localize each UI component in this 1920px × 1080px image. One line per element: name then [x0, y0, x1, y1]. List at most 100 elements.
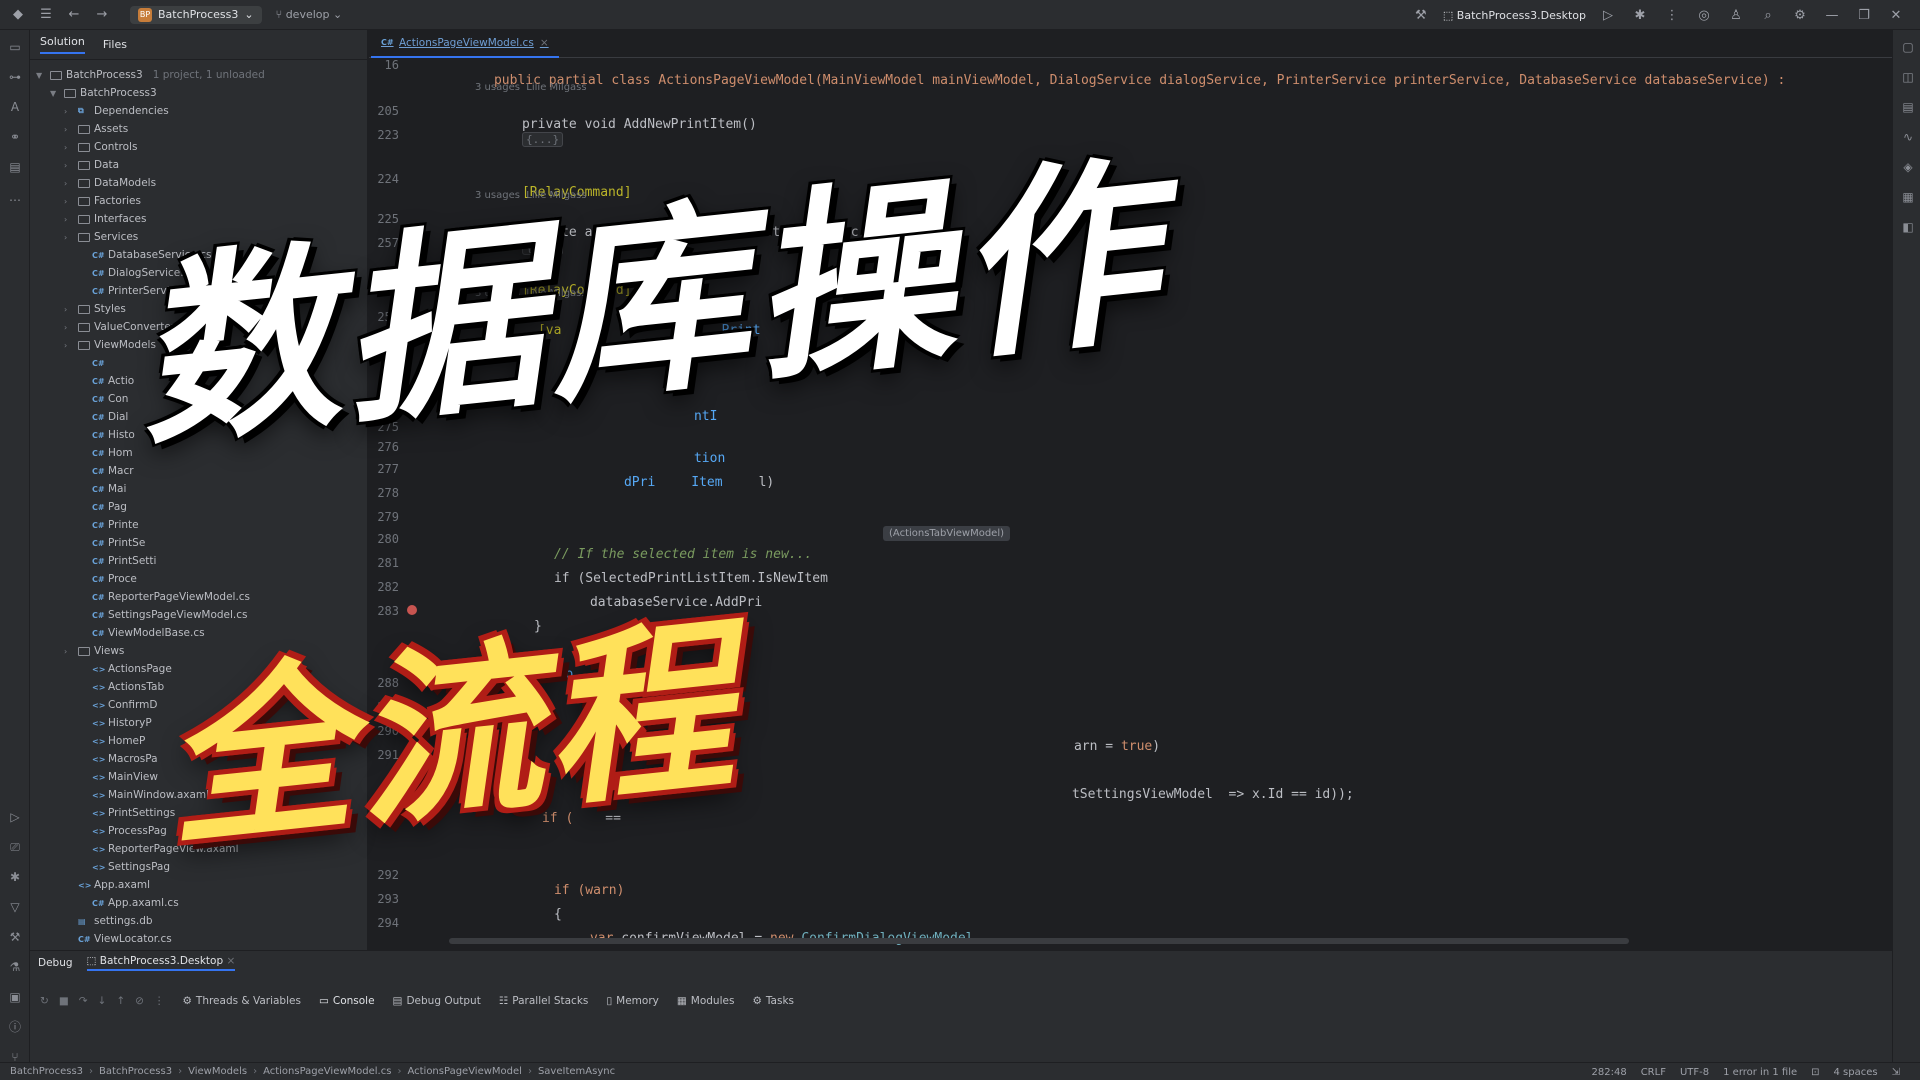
database-side-icon[interactable]: ▤	[1899, 98, 1917, 116]
indent-setting[interactable]: 4 spaces	[1834, 1067, 1878, 1078]
tree-item[interactable]: › Styles	[64, 300, 126, 318]
chevron-right-icon[interactable]: ›	[64, 107, 74, 116]
tree-item[interactable]: › Data	[64, 156, 119, 174]
tree-item[interactable]: <> ConfirmD	[78, 696, 157, 714]
line-number[interactable]: 279	[377, 510, 399, 524]
tab-parallel-stacks[interactable]: ☷ Parallel Stacks	[499, 995, 589, 1007]
tree-item[interactable]: › ViewModels	[64, 336, 156, 354]
tree-item[interactable]: › Views	[64, 642, 124, 660]
chevron-right-icon[interactable]: ›	[64, 143, 74, 152]
tab-debug-output[interactable]: ▤ Debug Output	[393, 995, 481, 1007]
step-into-icon[interactable]: ↓	[98, 995, 107, 1007]
build-icon[interactable]: ⚒	[1411, 8, 1431, 23]
chevron-right-icon[interactable]: ›	[64, 647, 74, 656]
line-number[interactable]: 277	[377, 462, 399, 476]
inlay-hint-tooltip[interactable]: (ActionsTabViewModel)	[883, 526, 1011, 541]
step-out-icon[interactable]: ↑	[116, 995, 125, 1007]
tree-item[interactable]: › ValueConverters	[64, 318, 181, 336]
line-number[interactable]: 293	[377, 892, 399, 906]
branch-selector[interactable]: ⑂ develop ⌄	[276, 8, 343, 21]
chevron-right-icon[interactable]: ›	[64, 323, 74, 332]
breadcrumb-item[interactable]: ViewModels	[188, 1066, 247, 1077]
line-number[interactable]: 258	[377, 270, 399, 284]
tree-item[interactable]: <> SettingsPag	[78, 858, 170, 876]
structure-icon[interactable]: A	[6, 98, 24, 116]
line-number[interactable]: 270	[377, 334, 399, 348]
tree-item[interactable]: C# Macr	[78, 462, 134, 480]
tree-item[interactable]: C#	[78, 354, 108, 372]
encoding[interactable]: UTF-8	[1680, 1067, 1709, 1078]
line-number[interactable]: 289	[377, 700, 399, 714]
chevron-right-icon[interactable]: ›	[64, 197, 74, 206]
line-number[interactable]: 275	[377, 420, 399, 434]
tree-item[interactable]: <> MacrosPa	[78, 750, 158, 768]
line-number[interactable]: 259	[377, 310, 399, 324]
chevron-right-icon[interactable]: ›	[64, 233, 74, 242]
chevron-right-icon[interactable]: ›	[64, 125, 74, 134]
breadcrumb-item[interactable]: BatchProcess3	[10, 1066, 83, 1077]
project-selector[interactable]: BP BatchProcess3 ⌄	[130, 5, 262, 24]
line-number[interactable]: 274	[377, 398, 399, 412]
more-tools-icon[interactable]: …	[6, 188, 24, 206]
services-icon[interactable]: ▷	[6, 808, 24, 826]
breadcrumb-item[interactable]: SaveItemAsync	[538, 1066, 615, 1077]
tree-item[interactable]: › ⧉ Dependencies	[64, 102, 169, 120]
usage-hint[interactable]: 3 usages Lilie Milgass	[475, 190, 587, 201]
tree-item[interactable]: <> ReporterPageView.axaml	[78, 840, 239, 858]
notifications-icon[interactable]: ▢	[1899, 38, 1917, 56]
code-area[interactable]: public partial class ActionsPageViewMode…	[447, 58, 1887, 950]
tree-item[interactable]: › Services	[64, 228, 138, 246]
tree-item[interactable]: › Factories	[64, 192, 141, 210]
build-tool-icon[interactable]: ⚒	[6, 928, 24, 946]
error-count[interactable]: 1 error in 1 file	[1723, 1067, 1797, 1078]
line-number[interactable]: 294	[377, 916, 399, 930]
tree-item[interactable]: C# Histo	[78, 426, 135, 444]
tree-item[interactable]: <> HomeP	[78, 732, 145, 750]
tree-root[interactable]: ▼ BatchProcess3 1 project, 1 unloaded	[36, 66, 265, 84]
info-icon[interactable]: ⓘ	[6, 1018, 24, 1036]
tab-files[interactable]: Files	[103, 38, 127, 51]
restore-icon[interactable]: ❐	[1854, 8, 1874, 23]
stop-icon[interactable]: ■	[59, 995, 69, 1007]
breadcrumb-item[interactable]: ActionsPageViewModel.cs	[263, 1066, 391, 1077]
commit-icon[interactable]: ⊶	[6, 68, 24, 86]
debug-title[interactable]: Debug	[38, 957, 73, 969]
tree-item[interactable]: <> MainWindow.axaml	[78, 786, 209, 804]
run-icon[interactable]: ▷	[1598, 8, 1618, 23]
hamburger-menu-icon[interactable]: ☰	[36, 5, 56, 25]
search-icon[interactable]: ⌕	[1758, 8, 1778, 23]
tree-item[interactable]: ▤ settings.db	[64, 912, 153, 930]
tree-item[interactable]: C# Actio	[78, 372, 134, 390]
explorer-icon[interactable]: ▭	[6, 38, 24, 56]
tree-item[interactable]: C# Printe	[78, 516, 139, 534]
pull-requests-icon[interactable]: ⚭	[6, 128, 24, 146]
tree-item[interactable]: <> PrintSettings	[78, 804, 175, 822]
endpoints-icon[interactable]: ◈	[1899, 158, 1917, 176]
close-icon[interactable]: ✕	[1886, 8, 1906, 23]
tree-item[interactable]: C# Proce	[78, 570, 137, 588]
tree-item[interactable]: C# ReporterPageViewModel.cs	[78, 588, 250, 606]
line-number[interactable]: 282	[377, 580, 399, 594]
tree-item[interactable]: <> App.axaml	[64, 876, 150, 894]
tree-item[interactable]: <> HistoryP	[78, 714, 152, 732]
line-number[interactable]: 257	[377, 236, 399, 250]
line-number[interactable]: 278	[377, 486, 399, 500]
usage-hint[interactable]: 3 usages Lilie Milgass	[475, 82, 587, 93]
breakpoint-icon[interactable]	[407, 605, 417, 615]
coverage-icon[interactable]: ◧	[1899, 218, 1917, 236]
cursor-position[interactable]: 282:48	[1592, 1067, 1627, 1078]
editor-tab-active[interactable]: C# ActionsPageViewModel.cs ×	[371, 30, 559, 58]
tree-item[interactable]: C# DatabaseService.cs	[78, 246, 212, 264]
tree-item[interactable]: C# App.axaml.cs	[78, 894, 179, 912]
run-config-selector[interactable]: ⬚ BatchProcess3.Desktop	[1443, 9, 1586, 22]
line-number[interactable]: 225	[377, 212, 399, 226]
line-number[interactable]: 205	[377, 104, 399, 118]
line-number[interactable]: 224	[377, 172, 399, 186]
more-icon[interactable]: ⋮	[154, 995, 165, 1007]
folded-region[interactable]: {...}	[521, 240, 564, 255]
tree-item[interactable]: C# DialogService.cs	[78, 264, 195, 282]
tab-solution[interactable]: Solution	[40, 35, 85, 54]
tree-item[interactable]: C# ViewLocator.cs	[64, 930, 172, 948]
tree-item[interactable]: C# Pag	[78, 498, 127, 516]
tree-item[interactable]: › DataModels	[64, 174, 156, 192]
